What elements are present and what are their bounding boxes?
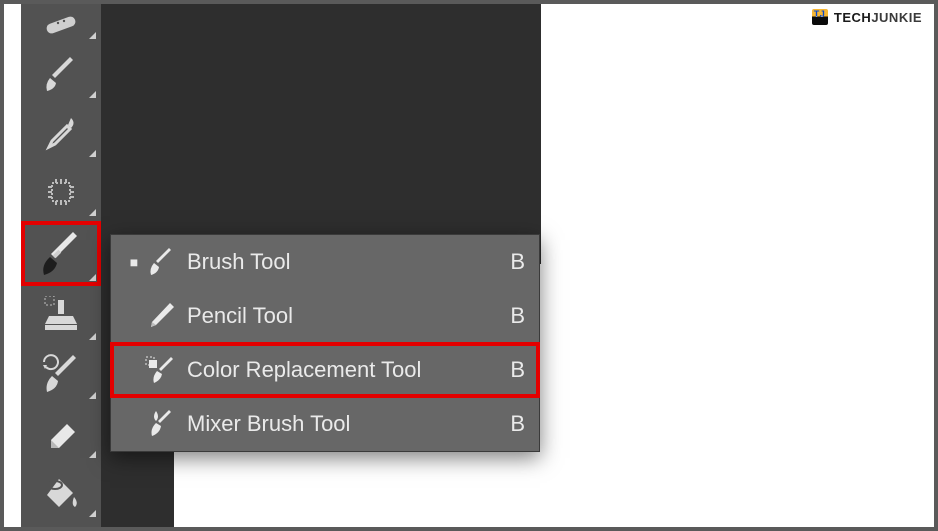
flyout-item-pencil[interactable]: Pencil Tool B — [111, 289, 539, 343]
flyout-item-color-replacement[interactable]: Color Replacement Tool B — [111, 343, 539, 397]
brush-icon — [37, 230, 85, 278]
flyout-indicator-icon — [89, 150, 96, 157]
paint-bucket-icon — [41, 473, 81, 513]
clone-stamp-tool[interactable] — [21, 286, 101, 345]
eyedropper-icon — [41, 113, 81, 153]
pencil-icon — [143, 301, 179, 331]
eyedropper-tool[interactable] — [21, 103, 101, 162]
flyout-item-label: Color Replacement Tool — [179, 357, 501, 383]
history-brush-tool[interactable] — [21, 345, 101, 404]
flyout-indicator-icon — [89, 209, 96, 216]
chip-icon — [43, 174, 79, 210]
flyout-indicator-icon — [89, 274, 96, 281]
flyout-item-shortcut: B — [501, 357, 525, 383]
brush-flyout-menu: ■ Brush Tool B Pencil Tool B — [110, 234, 540, 452]
watermark-tech: TECH — [834, 10, 871, 25]
brush-icon — [143, 247, 179, 277]
chip-tool[interactable] — [21, 162, 101, 221]
flyout-item-shortcut: B — [501, 303, 525, 329]
eraser-tool[interactable] — [21, 404, 101, 463]
flyout-indicator-icon — [89, 333, 96, 340]
paint-bucket-tool[interactable] — [21, 463, 101, 522]
flyout-indicator-icon — [89, 451, 96, 458]
techjunkie-logo-icon — [812, 9, 828, 25]
flyout-item-shortcut: B — [501, 249, 525, 275]
flyout-indicator-icon — [89, 392, 96, 399]
tools-panel — [21, 4, 101, 527]
flyout-item-mixer-brush[interactable]: Mixer Brush Tool B — [111, 397, 539, 451]
watermark-junkie: JUNKIE — [871, 10, 922, 25]
stamp-icon — [41, 296, 81, 336]
techjunkie-watermark: TECHJUNKIE — [812, 9, 922, 25]
flyout-item-label: Pencil Tool — [179, 303, 501, 329]
mixer-brush-icon — [143, 409, 179, 439]
flyout-item-brush[interactable]: ■ Brush Tool B — [111, 235, 539, 289]
flyout-indicator-icon — [89, 91, 96, 98]
flyout-item-shortcut: B — [501, 411, 525, 437]
eraser-icon — [41, 414, 81, 454]
spot-healing-tool[interactable] — [21, 4, 101, 44]
history-brush-icon — [40, 354, 82, 396]
brush-icon — [41, 54, 81, 94]
flyout-indicator-icon — [89, 510, 96, 517]
active-marker-icon: ■ — [125, 254, 143, 270]
flyout-item-label: Mixer Brush Tool — [179, 411, 501, 437]
brush-tool[interactable] — [21, 221, 101, 286]
color-replacement-icon — [143, 355, 179, 385]
screenshot-frame: TECHJUNKIE — [0, 0, 938, 531]
brush-tool-alt[interactable] — [21, 44, 101, 103]
bandage-icon — [44, 12, 78, 36]
flyout-item-label: Brush Tool — [179, 249, 501, 275]
flyout-indicator-icon — [89, 32, 96, 39]
